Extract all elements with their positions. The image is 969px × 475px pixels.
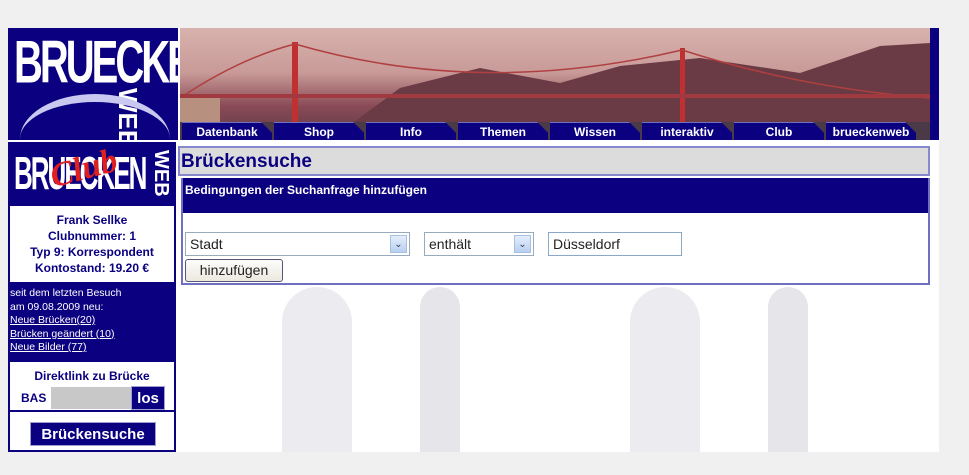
direct-link-box: Direktlink zu Brücke BAS los [10, 364, 174, 412]
user-info: Frank Sellke Clubnummer: 1 Typ 9: Korres… [10, 208, 174, 282]
nav-tab-themen[interactable]: Themen [458, 122, 548, 140]
user-name: Frank Sellke [56, 213, 128, 227]
banner-strip [930, 28, 939, 140]
field-select[interactable]: Stadt ⌄ [185, 232, 410, 256]
news-text: seit dem letzten Besuch [10, 287, 122, 299]
nav-tab-info[interactable]: Info [366, 122, 456, 140]
nav-tab-interaktiv[interactable]: interaktiv [642, 122, 732, 140]
bas-prefix: BAS [21, 391, 47, 405]
direct-link-title: Direktlink zu Brücke [34, 369, 150, 383]
watermark-pillar [282, 287, 352, 452]
panel-header: Bedingungen der Suchanfrage hinzufügen [183, 178, 928, 213]
new-bridges-link[interactable]: Neue Brücken(20) [10, 314, 174, 328]
nav-tab-datenbank[interactable]: Datenbank [182, 122, 272, 140]
watermark-pillar [420, 287, 460, 452]
watermark-pillar [630, 287, 700, 452]
news-date: am 09.08.2009 neu: [10, 300, 104, 313]
value-input[interactable]: Düsseldorf [548, 232, 682, 256]
search-conditions-panel: Bedingungen der Suchanfrage hinzufügen S… [181, 178, 930, 285]
nav-tab-club[interactable]: Club [734, 122, 824, 140]
add-condition-button[interactable]: hinzufügen [185, 259, 283, 282]
nav-tab-wissen[interactable]: Wissen [550, 122, 640, 140]
operator-select-value: enthält [429, 236, 472, 252]
club-logo[interactable]: BRUECKEN Club WEB [10, 144, 174, 206]
changed-bridges-link[interactable]: Brücken geändert (10) [10, 328, 174, 342]
account-balance: Kontostand: 19.20 € [34, 261, 150, 275]
chevron-down-icon: ⌄ [390, 235, 407, 253]
page-title: Brückensuche [178, 146, 930, 176]
sidebar: BRUECKEN Club WEB Frank Sellke Clubnumme… [8, 142, 176, 452]
user-type: Typ 9: Korrespondent [30, 245, 154, 259]
new-images-link[interactable]: Neue Bilder (77) [10, 341, 174, 355]
club-number: Clubnummer: 1 [47, 229, 136, 243]
bridge-search-button[interactable]: Brückensuche [30, 422, 156, 446]
field-select-value: Stadt [190, 236, 223, 252]
logo-text: BRUECKEN [14, 30, 178, 96]
club-logo-side: WEB [150, 150, 172, 197]
nav-tab-shop[interactable]: Shop [274, 122, 364, 140]
bridge-id-input[interactable] [51, 387, 131, 409]
operator-select[interactable]: enthält ⌄ [424, 232, 534, 256]
news-box: seit dem letzten Besuch am 09.08.2009 ne… [10, 282, 174, 362]
chevron-down-icon: ⌄ [514, 235, 531, 253]
brueckenweb-logo[interactable]: BRUECKEN WEB [8, 28, 178, 140]
watermark-pillar [768, 287, 808, 452]
go-button[interactable]: los [131, 386, 165, 410]
logo-arch [20, 94, 170, 140]
nav-tab-brueckenweb[interactable]: brueckenweb [826, 122, 916, 140]
